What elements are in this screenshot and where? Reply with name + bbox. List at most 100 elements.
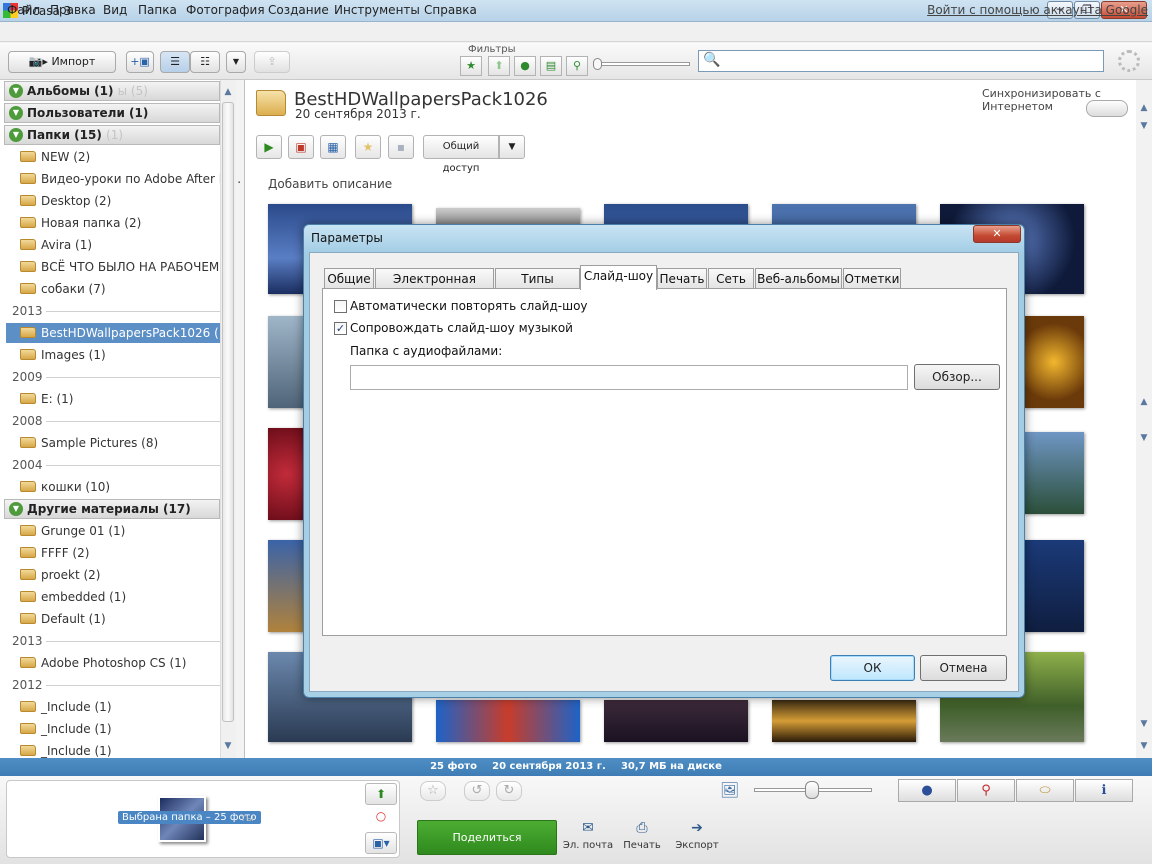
menu-create[interactable]: Создание xyxy=(268,3,329,17)
filter-video-button[interactable]: ▤ xyxy=(540,56,562,76)
sidebar-folder-item[interactable]: Видео-уроки по Adobe After Ef... xyxy=(20,169,241,189)
tags-panel-button[interactable]: ⬭ xyxy=(1016,779,1074,802)
photo-thumbnail[interactable] xyxy=(436,700,580,742)
collapse-arrow-icon[interactable]: ▼ xyxy=(9,84,23,98)
collapse-arrow-icon[interactable]: ▼ xyxy=(9,128,23,142)
sidebar-folder-item[interactable]: Images (1) xyxy=(20,345,106,365)
photo-thumbnail[interactable] xyxy=(268,428,304,520)
photo-thumbnail[interactable] xyxy=(604,700,748,742)
sidebar-folder-item[interactable]: _Include (1) xyxy=(20,719,112,739)
album-date[interactable]: 20 сентября 2013 г. xyxy=(295,107,421,121)
menu-view[interactable]: Вид xyxy=(103,3,127,17)
ok-button[interactable]: ОК xyxy=(830,655,915,681)
collapse-arrow-icon[interactable]: ▼ xyxy=(9,106,23,120)
hold-tray-button[interactable]: ⬆ xyxy=(365,783,397,805)
cancel-button[interactable]: Отмена xyxy=(920,655,1007,681)
sidebar-folder-item[interactable]: ВСЁ ЧТО БЫЛО НА РАБОЧЕМ ... xyxy=(20,257,235,277)
tab-print[interactable]: Печать xyxy=(657,268,707,289)
filter-uploaded-button[interactable]: ⬆ xyxy=(488,56,510,76)
sidebar-folder-item[interactable]: Новая папка (2) xyxy=(20,213,141,233)
collage-button[interactable]: ▣ xyxy=(288,135,314,159)
date-filter-slider-handle[interactable] xyxy=(593,58,602,70)
menu-folder[interactable]: Папка xyxy=(138,3,177,17)
section-other-materials[interactable]: ▼ Другие материалы (17) xyxy=(4,499,220,519)
sidebar-folder-item[interactable]: кошки (10) xyxy=(20,477,110,497)
music-slideshow-checkbox[interactable]: ✓ xyxy=(334,322,347,335)
main-scrollbar[interactable] xyxy=(1136,80,1152,758)
filter-people-button[interactable]: ● xyxy=(514,56,536,76)
clear-tray-button[interactable]: ○ xyxy=(365,806,397,828)
share-access-dropdown[interactable]: ▼ xyxy=(499,135,525,159)
view-list-button[interactable]: ☰ xyxy=(160,51,190,73)
sidebar-folder-item[interactable]: Avira (1) xyxy=(20,235,92,255)
tab-tags[interactable]: Отметки xyxy=(843,268,901,289)
section-albums[interactable]: ▼ Альбомы (1) ы (5) xyxy=(4,81,220,101)
scroll-up-icon[interactable]: ▲ xyxy=(1136,394,1152,410)
repeat-slideshow-checkbox[interactable] xyxy=(334,300,347,313)
browse-button[interactable]: Обзор... xyxy=(914,364,1000,390)
places-panel-button[interactable]: ⚲ xyxy=(957,779,1015,802)
photo-thumbnail[interactable] xyxy=(268,316,304,408)
sync-toggle[interactable] xyxy=(1086,100,1128,117)
scroll-down-icon[interactable]: ▼ xyxy=(220,738,236,754)
scroll-down-icon[interactable]: ▼ xyxy=(1136,430,1152,446)
sidebar-folder-item[interactable]: Default (1) xyxy=(20,609,106,629)
photo-thumbnail[interactable] xyxy=(1024,316,1084,408)
tab-network[interactable]: Сеть xyxy=(708,268,754,289)
filter-starred-button[interactable]: ★ xyxy=(460,56,482,76)
scroll-down-icon[interactable]: ▼ xyxy=(1136,716,1152,732)
photo-thumbnail[interactable] xyxy=(268,540,304,632)
sidebar-folder-item[interactable]: FFFF (2) xyxy=(20,543,89,563)
view-tree-button[interactable]: ☷ xyxy=(190,51,220,73)
tab-general[interactable]: Общие xyxy=(324,268,374,289)
add-to-album-dropdown[interactable]: ▣▾ xyxy=(365,832,397,854)
sidebar-folder-item[interactable]: embedded (1) xyxy=(20,587,126,607)
add-to-album-button[interactable]: +▣ xyxy=(126,51,154,73)
people-panel-button[interactable]: ● xyxy=(898,779,956,802)
tab-slideshow[interactable]: Слайд-шоу xyxy=(580,265,657,290)
sidebar-folder-item[interactable]: E: (1) xyxy=(20,389,73,409)
date-filter-slider[interactable] xyxy=(596,62,690,66)
add-description-link[interactable]: Добавить описание xyxy=(268,177,392,191)
sidebar-folder-item[interactable]: Desktop (2) xyxy=(20,191,111,211)
sidebar-scroll-thumb[interactable] xyxy=(222,102,234,722)
movie-button[interactable]: ▦ xyxy=(320,135,346,159)
sidebar-folder-item[interactable]: NEW (2) xyxy=(20,147,90,167)
thumbnail-size-slider-handle[interactable] xyxy=(805,781,819,799)
dialog-close-button[interactable]: ✕ xyxy=(973,225,1021,243)
search-input[interactable] xyxy=(698,50,1104,72)
sidebar-folder-item[interactable]: Adobe Photoshop CS (1) xyxy=(20,653,186,673)
scroll-up-icon[interactable]: ▲ xyxy=(1136,100,1152,116)
play-slideshow-button[interactable]: ▶ xyxy=(256,135,282,159)
sidebar-folder-item[interactable]: _Include (1) xyxy=(20,697,112,717)
music-slideshow-label[interactable]: Сопровождать слайд-шоу музыкой xyxy=(350,321,573,335)
print-button[interactable]: ⎙ Печать xyxy=(612,820,672,851)
menu-photo[interactable]: Фотография xyxy=(186,3,265,17)
share-access-button[interactable]: Общий доступ xyxy=(423,135,499,174)
scroll-down-icon[interactable]: ▼ xyxy=(1136,738,1152,754)
tab-web-albums[interactable]: Веб-альбомы xyxy=(755,268,842,289)
view-options-dropdown[interactable]: ▼ xyxy=(226,51,246,73)
photo-thumbnail[interactable] xyxy=(1024,540,1084,632)
tab-file-types[interactable]: Типы файлов xyxy=(495,268,580,306)
info-panel-button[interactable]: ℹ xyxy=(1075,779,1133,802)
import-button[interactable]: 📷▸ Импорт xyxy=(8,51,116,73)
menu-edit[interactable]: Правка xyxy=(50,3,96,17)
star-photo-button[interactable]: ☆ xyxy=(420,781,446,801)
scroll-down-icon[interactable]: ▼ xyxy=(1136,118,1152,134)
upload-button[interactable]: ⇪ xyxy=(254,51,290,73)
save-button[interactable]: ▪ xyxy=(388,135,414,159)
star-album-button[interactable]: ★ xyxy=(355,135,381,159)
photo-thumbnail[interactable] xyxy=(1024,432,1084,514)
rotate-left-button[interactable]: ↺ xyxy=(464,781,490,801)
share-button[interactable]: Поделиться xyxy=(417,820,557,855)
menu-help[interactable]: Справка xyxy=(424,3,477,17)
rotate-right-button[interactable]: ↻ xyxy=(496,781,522,801)
collapse-arrow-icon[interactable]: ▼ xyxy=(9,502,23,516)
tab-email[interactable]: Электронная почта xyxy=(375,268,494,306)
export-button[interactable]: ➔ Экспорт xyxy=(667,820,727,851)
sidebar-folder-item[interactable]: собаки (7) xyxy=(20,279,106,299)
sidebar-folder-item-selected[interactable]: BestHDWallpapersPack1026 (... xyxy=(6,323,230,343)
audio-folder-input[interactable] xyxy=(350,365,908,390)
sidebar-folder-item[interactable]: proekt (2) xyxy=(20,565,100,585)
